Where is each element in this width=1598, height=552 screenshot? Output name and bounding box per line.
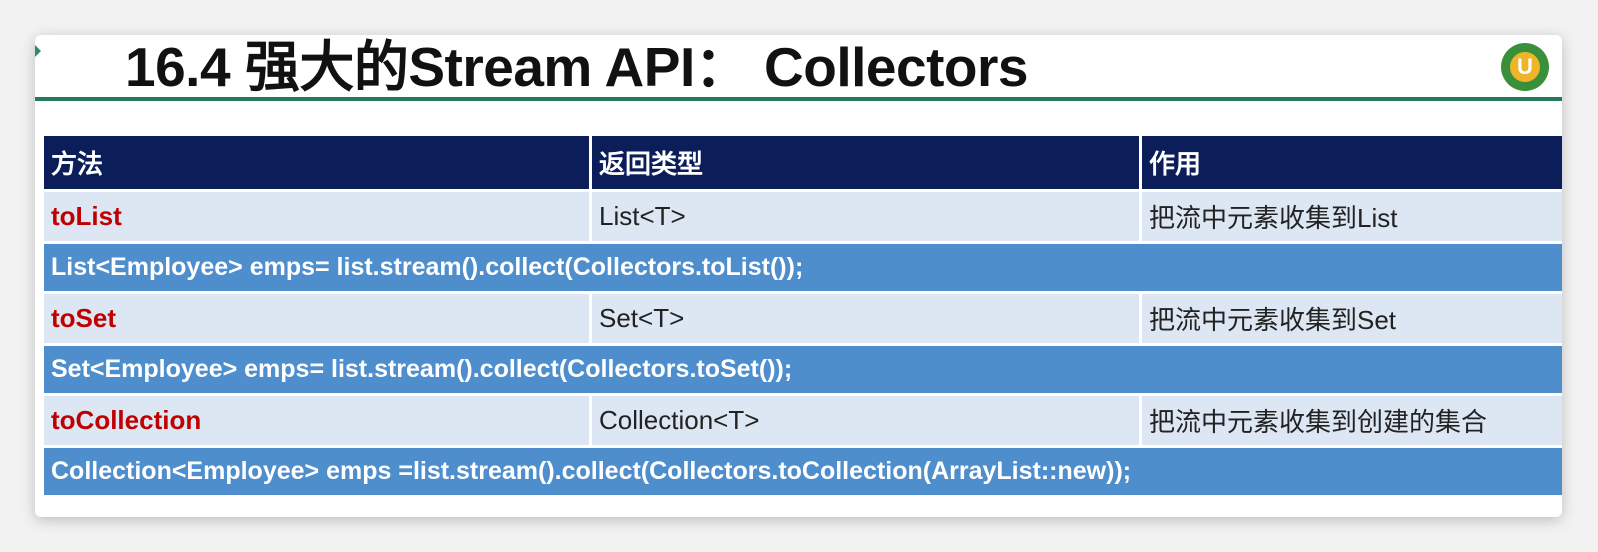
header-method: 方法 <box>41 133 592 192</box>
title-underline <box>35 97 1562 101</box>
method-name-tocollection: toCollection <box>41 393 592 448</box>
table-header-row: 方法 返回类型 作用 <box>41 133 1562 192</box>
purpose-cell: 把流中元素收集到Set <box>1139 291 1562 346</box>
header-purpose: 作用 <box>1139 133 1562 192</box>
slide: 16.4 强大的Stream API： Collectors U 方法 返回类型… <box>35 35 1562 517</box>
purpose-cell: 把流中元素收集到List <box>1139 189 1562 244</box>
brand-logo-glyph: U <box>1510 52 1540 82</box>
example-code-toset: Set<Employee> emps= list.stream().collec… <box>41 343 1562 396</box>
example-code-row: Set<Employee> emps= list.stream().collec… <box>41 343 1562 396</box>
example-code-row: Collection<Employee> emps =list.stream()… <box>41 445 1562 498</box>
table-row: toSet Set<T> 把流中元素收集到Set <box>41 291 1562 346</box>
method-name-tolist: toList <box>41 189 592 244</box>
return-type-cell: Set<T> <box>589 291 1142 346</box>
example-code-tocollection: Collection<Employee> emps =list.stream()… <box>41 445 1562 498</box>
table-row: toList List<T> 把流中元素收集到List <box>41 189 1562 244</box>
table-row: toCollection Collection<T> 把流中元素收集到创建的集合 <box>41 393 1562 448</box>
brand-logo-icon: U <box>1501 43 1549 91</box>
example-code-row: List<Employee> emps= list.stream().colle… <box>41 241 1562 294</box>
header-return-type: 返回类型 <box>589 133 1142 192</box>
return-type-cell: List<T> <box>589 189 1142 244</box>
collectors-table: 方法 返回类型 作用 toList List<T> 把流中元素收集到List L… <box>41 133 1562 498</box>
return-type-cell: Collection<T> <box>589 393 1142 448</box>
slide-edge-marker <box>35 45 41 57</box>
slide-title: 16.4 强大的Stream API： Collectors <box>125 36 1028 98</box>
example-code-tolist: List<Employee> emps= list.stream().colle… <box>41 241 1562 294</box>
method-name-toset: toSet <box>41 291 592 346</box>
purpose-cell: 把流中元素收集到创建的集合 <box>1139 393 1562 448</box>
